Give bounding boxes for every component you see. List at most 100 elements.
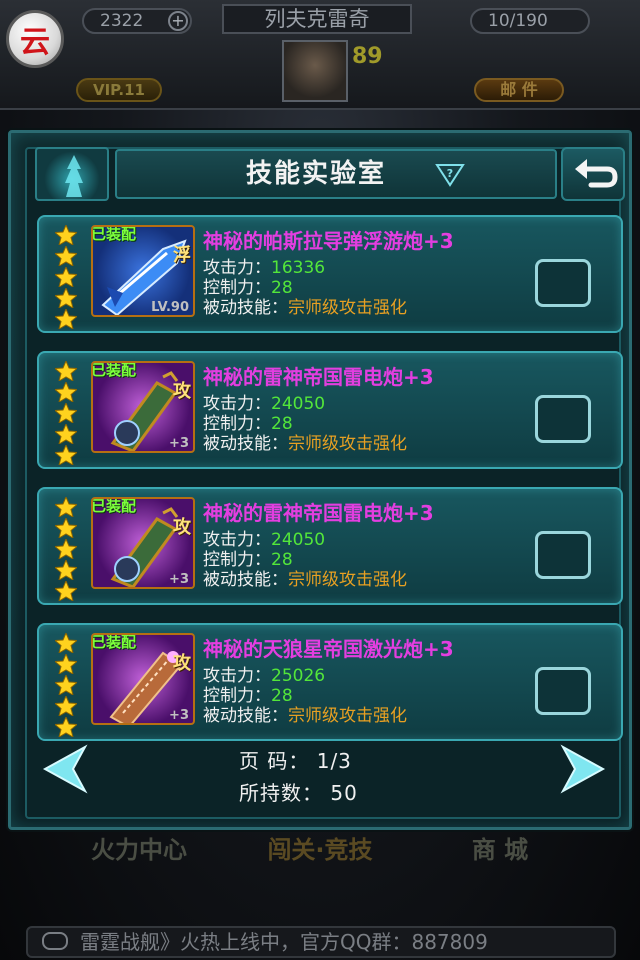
skill-value: 宗师级攻击强化	[288, 434, 407, 454]
arrow-right-icon	[560, 744, 606, 794]
owned-count: 所持数： 50	[239, 777, 358, 806]
avatar[interactable]	[282, 40, 348, 102]
skill-value: 宗师级攻击强化	[288, 706, 407, 726]
back-button[interactable]	[561, 147, 625, 201]
star-rating	[55, 497, 77, 602]
tab-stage-arena[interactable]: 闯关·竞技	[230, 826, 410, 874]
dialog-title: 技能实验室	[245, 159, 386, 189]
top-hud: 云 2322 + 列夫克雷奇 89 10/190 VIP.11 邮 件	[0, 0, 640, 110]
passive-skill-stat: 被动技能：宗师级攻击强化	[203, 293, 407, 318]
capacity-box: 10/190	[470, 8, 590, 34]
help-icon[interactable]: ?	[435, 163, 465, 187]
skill-label: 被动技能：	[203, 706, 288, 726]
ticker-text: 雷霆战舰》火热上线中，官方QQ群：887809	[80, 930, 488, 954]
owned-label: 所持数：	[239, 781, 323, 805]
item-name: 神秘的天狼星帝国激光炮+3	[203, 637, 454, 661]
page-value: 1/3	[316, 749, 352, 773]
item-name: 神秘的帕斯拉导弹浮游炮+3	[203, 229, 454, 253]
skill-lab-dialog: 技能实验室 ? 已装配 浮 LV.90 神秘的帕斯拉导弹浮游炮+3 攻击力：16…	[8, 130, 632, 830]
weapon-thumbnail: 已装配 浮 LV.90	[91, 225, 195, 317]
star-rating	[55, 361, 77, 466]
weapon-type-badge: 攻	[173, 517, 191, 538]
star-icon	[55, 581, 77, 601]
level-badge: +3	[169, 708, 189, 723]
item-name: 神秘的雷神帝国雷电炮+3	[203, 501, 434, 525]
weapon-type-badge: 攻	[173, 653, 191, 674]
star-icon	[55, 696, 77, 716]
level-badge: LV.90	[151, 300, 189, 315]
star-icon	[55, 518, 77, 538]
equipped-label: 已装配	[91, 497, 137, 515]
weapon-type-badge: 攻	[173, 381, 191, 402]
skill-value: 宗师级攻击强化	[288, 298, 407, 318]
player-name: 列夫克雷奇	[222, 4, 412, 34]
star-icon	[55, 539, 77, 559]
star-icon	[55, 403, 77, 423]
star-icon	[55, 309, 77, 329]
capacity-value: 10/190	[488, 11, 548, 31]
star-icon	[55, 497, 77, 517]
equipped-label: 已装配	[91, 361, 137, 379]
page-label: 页 码：	[239, 749, 310, 773]
back-arrow-icon	[575, 159, 618, 188]
passive-skill-stat: 被动技能：宗师级攻击强化	[203, 701, 407, 726]
passive-skill-stat: 被动技能：宗师级攻击强化	[203, 429, 407, 454]
star-icon	[55, 225, 77, 245]
weapon-thumbnail: 已装配 攻 +3	[91, 361, 195, 453]
select-checkbox[interactable]	[535, 259, 591, 307]
weapon-thumbnail: 已装配 攻 +3	[91, 497, 195, 589]
skill-label: 被动技能：	[203, 570, 288, 590]
weapon-type-badge: 浮	[173, 245, 191, 266]
star-icon	[55, 361, 77, 381]
equipped-label: 已装配	[91, 633, 137, 651]
star-icon	[55, 560, 77, 580]
tab-shop[interactable]: 商 城	[440, 826, 560, 874]
previous-page-button[interactable]	[35, 743, 93, 795]
add-currency-button[interactable]: +	[168, 11, 188, 31]
star-icon	[55, 246, 77, 266]
star-icon	[55, 445, 77, 465]
tab-firepower-center[interactable]: 火力中心	[74, 826, 204, 874]
dialog-title-bar: 技能实验室 ?	[115, 149, 557, 199]
owned-value: 50	[330, 781, 358, 805]
cloud-button[interactable]: 云	[6, 10, 64, 68]
star-icon	[55, 633, 77, 653]
currency-value: 2322	[100, 11, 144, 31]
cloud-glyph: 云	[20, 25, 50, 60]
skill-item-card[interactable]: 已装配 攻 +3 神秘的雷神帝国雷电炮+3 攻击力：24050 控制力：28 被…	[37, 487, 623, 605]
page-number: 页 码： 1/3	[239, 745, 352, 774]
skill-item-card[interactable]: 已装配 攻 +3 神秘的雷神帝国雷电炮+3 攻击力：24050 控制力：28 被…	[37, 351, 623, 469]
skill-label: 被动技能：	[203, 434, 288, 454]
select-checkbox[interactable]	[535, 531, 591, 579]
announcement-ticker: 雷霆战舰》火热上线中，官方QQ群：887809	[26, 926, 616, 958]
select-checkbox[interactable]	[535, 395, 591, 443]
star-icon	[55, 424, 77, 444]
arrow-left-icon	[42, 744, 88, 794]
star-icon	[55, 654, 77, 674]
weapon-thumbnail: 已装配 攻 +3	[91, 633, 195, 725]
skill-item-card[interactable]: 已装配 攻 +3 神秘的天狼星帝国激光炮+3 攻击力：25026 控制力：28 …	[37, 623, 623, 741]
skill-value: 宗师级攻击强化	[288, 570, 407, 590]
level-badge: +3	[169, 436, 189, 451]
skill-label: 被动技能：	[203, 298, 288, 318]
level-badge: +3	[169, 572, 189, 587]
select-checkbox[interactable]	[535, 667, 591, 715]
chat-icon	[42, 932, 68, 950]
mail-button[interactable]: 邮 件	[474, 78, 564, 102]
currency-box: 2322 +	[82, 8, 192, 34]
star-icon	[55, 675, 77, 695]
skill-item-card[interactable]: 已装配 浮 LV.90 神秘的帕斯拉导弹浮游炮+3 攻击力：16336 控制力：…	[37, 215, 623, 333]
passive-skill-stat: 被动技能：宗师级攻击强化	[203, 565, 407, 590]
equipped-label: 已装配	[91, 225, 137, 243]
item-name: 神秘的雷神帝国雷电炮+3	[203, 365, 434, 389]
star-icon	[55, 382, 77, 402]
player-level: 89	[352, 44, 383, 69]
lab-logo-icon	[35, 147, 109, 201]
star-icon	[55, 288, 77, 308]
vip-badge[interactable]: VIP.11	[76, 78, 162, 102]
star-icon	[55, 267, 77, 287]
help-glyph: ?	[447, 167, 453, 180]
star-icon	[55, 717, 77, 737]
star-rating	[55, 633, 77, 738]
next-page-button[interactable]	[555, 743, 613, 795]
